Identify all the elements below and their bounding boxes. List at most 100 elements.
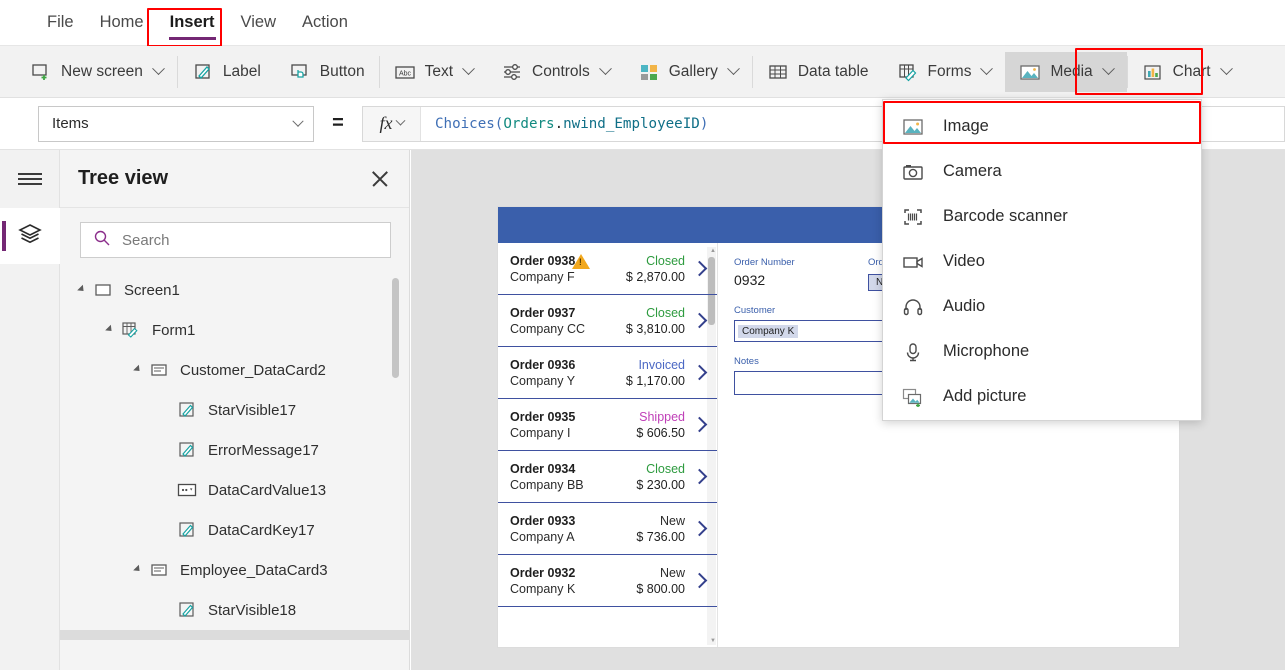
gallery-item-company: Company I [510, 425, 571, 440]
expander-triangle-icon[interactable] [102, 324, 118, 334]
tree-node[interactable]: ErrorMessage17 [60, 430, 409, 470]
gallery-item-status: Shipped [639, 409, 685, 424]
chevron-right-icon[interactable] [693, 467, 707, 487]
gallery-item-order-row: Order 0937 [510, 306, 626, 320]
formula-token-column: nwind_EmployeeID [563, 115, 700, 132]
gallery-item[interactable]: Order 0936 Company Y Invoiced $ 1,170.00 [498, 347, 717, 399]
gallery-item-company: Company A [510, 529, 575, 544]
close-icon[interactable] [367, 166, 393, 192]
add-picture-icon [901, 387, 925, 407]
gallery-item[interactable]: Order 0937 Company CC Closed $ 3,810.00 [498, 295, 717, 347]
gallery-item-right: Closed $ 230.00 [636, 462, 685, 492]
orders-gallery[interactable]: ▲ ▼ Order 0938Company FClosed$ 2,870.00O… [498, 243, 718, 647]
chevron-down-icon [1101, 62, 1115, 76]
gallery-item[interactable]: Order 0935 Company I Shipped $ 606.50 [498, 399, 717, 451]
menu-item-insert[interactable]: Insert [157, 0, 228, 46]
fx-button[interactable]: fx [363, 106, 421, 141]
ribbon-label: Data table [797, 62, 869, 80]
tree-node-label: StarVisible18 [208, 601, 297, 619]
chevron-right-icon[interactable] [693, 519, 707, 539]
media-menu-item-label: Camera [943, 162, 1002, 180]
tree-scrollbar-thumb[interactable] [392, 278, 399, 378]
hamburger-line [18, 178, 42, 180]
tree-search-box[interactable] [80, 222, 391, 258]
media-menu-item[interactable]: Add picture [883, 374, 1201, 419]
ribbon-data-table-button[interactable]: Data table [753, 52, 883, 92]
gallery-item-left: Order 0934 Company BB [510, 462, 636, 492]
media-menu-item[interactable]: Barcode scanner [883, 194, 1201, 239]
media-menu-item[interactable]: Image [883, 104, 1201, 149]
chevron-down-icon [598, 62, 612, 76]
gallery-item-amount: $ 736.00 [636, 529, 685, 544]
chevron-right-icon[interactable] [693, 415, 707, 435]
gallery-item-order-row: Order 0934 [510, 462, 636, 476]
ribbon-label: Button [319, 62, 365, 80]
tree-node-label: DataCardValue13 [208, 481, 327, 499]
gallery-item[interactable]: Order 0934 Company BB Closed $ 230.00 [498, 451, 717, 503]
rail-item-tree-view[interactable] [0, 208, 60, 264]
gallery-item-company: Company F [510, 270, 575, 284]
tree-node[interactable]: DataCardValue14 [60, 630, 409, 640]
tree-search-wrapper [60, 208, 409, 270]
chevron-right-icon[interactable] [693, 311, 707, 331]
gallery-item[interactable]: Order 0933 Company A New $ 736.00 [498, 503, 717, 555]
media-menu-item[interactable]: Video [883, 239, 1201, 284]
ribbon-label: Chart [1172, 62, 1211, 80]
chevron-right-icon[interactable] [693, 259, 707, 279]
chevron-down-icon [1219, 62, 1233, 76]
menu-item-home[interactable]: Home [87, 0, 157, 46]
field-label: Order Number [734, 257, 795, 268]
gallery-item[interactable]: Order 0938 Company F Closed$ 2,870.00 [498, 243, 717, 295]
ribbon-gallery-button[interactable]: Gallery [624, 52, 752, 92]
gallery-item-amount: $ 1,170.00 [625, 373, 685, 388]
gallery-item[interactable]: Order 0932 Company K New $ 800.00 [498, 555, 717, 607]
menu-item-action[interactable]: Action [289, 0, 361, 46]
label-icon [192, 61, 214, 83]
media-menu-item[interactable]: Camera [883, 149, 1201, 194]
ribbon-button-button[interactable]: Button [275, 52, 379, 92]
search-icon [93, 229, 111, 252]
menu-item-view[interactable]: View [228, 0, 289, 46]
tree-node[interactable]: Employee_DataCard3 [60, 550, 409, 590]
gallery-item-company: Company BB [510, 477, 584, 492]
tree-node[interactable]: StarVisible17 [60, 390, 409, 430]
search-input[interactable] [122, 231, 378, 249]
equals-sign: = [332, 112, 344, 134]
expander-triangle-icon[interactable] [130, 364, 146, 374]
ribbon-label: Media [1050, 62, 1093, 80]
gallery-item-status: New [659, 513, 685, 528]
ribbon-media-button[interactable]: Media [1005, 51, 1127, 92]
gallery-item-order: Order 0938 [510, 253, 576, 268]
expander-triangle-icon[interactable] [74, 284, 90, 294]
tree-node[interactable]: Screen1 [60, 270, 409, 310]
triangle-glyph [132, 564, 142, 574]
tree-node[interactable]: DataCardKey17 [60, 510, 409, 550]
audio-icon [901, 297, 925, 317]
tree-node[interactable]: Form1 [60, 310, 409, 350]
media-menu-item-label: Add picture [943, 387, 1027, 405]
ribbon-forms-button[interactable]: Forms [883, 52, 1006, 92]
chevron-right-icon[interactable] [693, 571, 707, 591]
tree-node[interactable]: DataCardValue13 [60, 470, 409, 510]
ribbon-text-button[interactable]: Abc Text [380, 52, 487, 92]
menu-item-file[interactable]: File [34, 0, 87, 46]
tree-node[interactable]: Customer_DataCard2 [60, 350, 409, 390]
chevron-right-icon[interactable] [693, 363, 707, 383]
scroll-down-arrow-icon[interactable]: ▼ [710, 638, 716, 644]
ribbon-controls-button[interactable]: Controls [487, 52, 624, 92]
ribbon-label: Text [424, 62, 454, 80]
tree-node[interactable]: StarVisible18 [60, 590, 409, 630]
property-selector[interactable]: Items [38, 105, 314, 142]
expander-triangle-icon[interactable] [130, 564, 146, 574]
triangle-glyph [104, 324, 114, 334]
hamburger-icon[interactable] [0, 150, 60, 208]
media-menu-item-label: Audio [943, 297, 986, 315]
ribbon-new-screen-button[interactable]: New screen [0, 52, 177, 92]
tree-node-label: ErrorMessage17 [208, 441, 319, 459]
media-menu-item[interactable]: Audio [883, 284, 1201, 329]
media-menu-item[interactable]: Microphone [883, 329, 1201, 374]
triangle-glyph [76, 284, 86, 294]
ribbon-label-button[interactable]: Label [178, 52, 275, 92]
ribbon-chart-button[interactable]: Chart [1128, 52, 1245, 92]
label-pencil-icon [174, 441, 200, 459]
